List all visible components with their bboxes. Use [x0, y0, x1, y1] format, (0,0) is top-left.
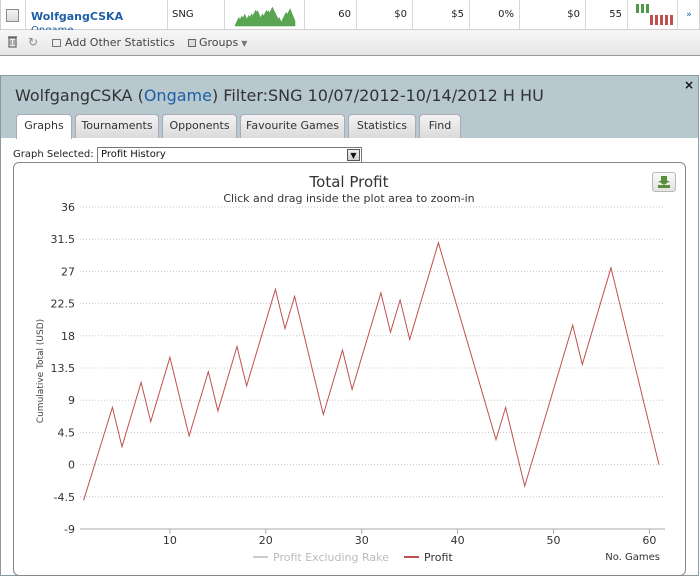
groups-icon	[188, 39, 196, 47]
player-cell: WolfgangCSKA Ongame	[26, 0, 168, 36]
tab-favourite-games[interactable]: Favourite Games	[240, 114, 345, 138]
title-filter: ) Filter:SNG 10/07/2012-10/14/2012 H HU	[211, 86, 544, 105]
game-type-cell: SNG 10/0	[168, 0, 225, 30]
chart-panel	[13, 162, 686, 576]
window-icon	[52, 39, 61, 47]
chevron-down-icon[interactable]: ▼	[347, 149, 360, 161]
trash-icon[interactable]	[7, 35, 18, 51]
graph-select[interactable]: Profit History ▼	[97, 147, 362, 163]
refresh-icon[interactable]: ↻	[28, 35, 38, 49]
checkbox-cell	[1, 0, 26, 30]
graph-selected-label: Graph Selected:	[13, 149, 94, 160]
download-icon	[658, 176, 670, 188]
title-prefix: WolfgangCSKA (	[15, 86, 144, 105]
groups-dropdown[interactable]: Groups ▼	[188, 36, 247, 49]
tab-statistics[interactable]: Statistics	[348, 114, 416, 138]
chevron-down-icon: ▼	[241, 39, 248, 48]
mini-profit-graph	[234, 6, 296, 27]
value-cell-3: 0%	[470, 0, 520, 30]
value-cell-5: 55	[586, 0, 628, 30]
tab-find[interactable]: Find	[419, 114, 461, 138]
tab-graphs[interactable]: Graphs	[16, 114, 72, 139]
graph-select-value: Profit History	[101, 149, 166, 160]
mini-graph-cell	[225, 0, 305, 30]
add-stats-button[interactable]: Add Other Statistics	[52, 36, 175, 49]
value-cell-1: $0	[357, 0, 413, 30]
value-cell-4: $0	[520, 0, 586, 30]
expand-icon[interactable]: »	[678, 0, 700, 30]
stats-toolbar: ↻ Add Other Statistics Groups ▼	[0, 30, 700, 56]
hud-bars-cell	[628, 0, 678, 30]
title-site-link[interactable]: Ongame	[144, 86, 212, 105]
win-loss-bars-icon	[636, 4, 673, 25]
tab-tournaments[interactable]: Tournaments	[75, 114, 159, 138]
download-chart-button[interactable]	[652, 172, 676, 192]
tab-opponents[interactable]: Opponents	[162, 114, 237, 138]
add-stats-label: Add Other Statistics	[65, 36, 175, 49]
value-cell-2: $5	[413, 0, 470, 30]
close-icon[interactable]: ×	[684, 78, 694, 92]
groups-label: Groups	[199, 36, 239, 49]
window-header: WolfgangCSKA (Ongame) Filter:SNG 10/07/2…	[1, 76, 698, 139]
games-cell: 60	[305, 0, 357, 30]
player-details-window: WolfgangCSKA (Ongame) Filter:SNG 10/07/2…	[0, 75, 699, 576]
player-results-row[interactable]: WolfgangCSKA Ongame SNG 10/0 60 $0 $5 0%…	[0, 0, 700, 36]
window-title: WolfgangCSKA (Ongame) Filter:SNG 10/07/2…	[15, 86, 544, 105]
